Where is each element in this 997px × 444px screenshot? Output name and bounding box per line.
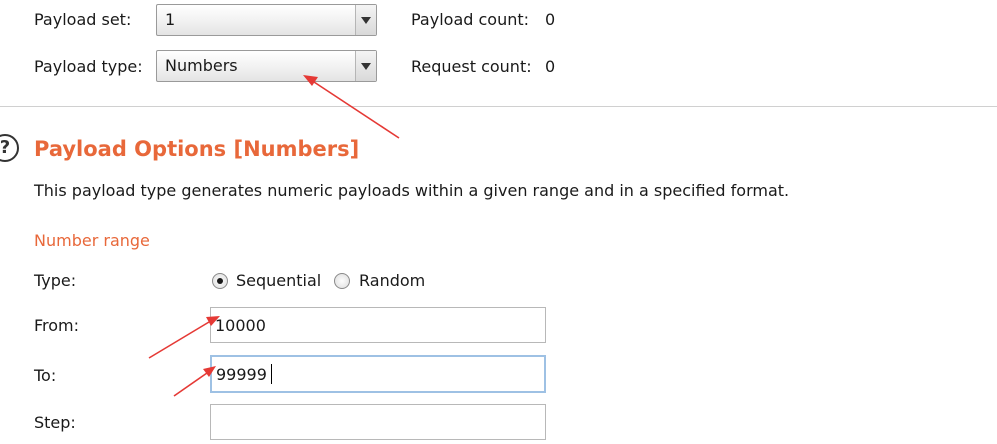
to-input[interactable] — [210, 355, 546, 393]
to-label: To: — [34, 366, 57, 385]
number-range-heading: Number range — [34, 231, 150, 250]
annotation-arrow-from — [148, 321, 210, 359]
payload-set-value: 1 — [165, 10, 176, 29]
payload-type-value: Numbers — [165, 56, 238, 75]
payload-set-select[interactable]: 1 — [156, 4, 377, 36]
request-count-label: Request count: — [411, 57, 532, 76]
help-icon[interactable]: ? — [0, 134, 19, 162]
annotation-arrow-payload-type — [313, 81, 400, 139]
payload-type-select[interactable]: Numbers — [156, 50, 377, 82]
text-caret — [271, 364, 272, 384]
annotation-arrow-to — [173, 372, 208, 397]
type-label: Type: — [34, 271, 77, 290]
random-radio[interactable] — [334, 273, 350, 289]
payload-count-value: 0 — [545, 10, 556, 29]
from-input[interactable] — [210, 307, 546, 343]
section-description: This payload type generates numeric payl… — [34, 181, 790, 200]
section-divider — [0, 106, 997, 107]
step-label: Step: — [34, 413, 76, 432]
dropdown-arrow-icon[interactable] — [355, 5, 376, 35]
sequential-label[interactable]: Sequential — [236, 271, 321, 290]
sequential-radio[interactable] — [212, 273, 228, 289]
payload-set-label: Payload set: — [34, 10, 132, 29]
step-input[interactable] — [210, 404, 546, 440]
dropdown-arrow-icon[interactable] — [355, 51, 376, 81]
payload-count-label: Payload count: — [411, 10, 530, 29]
payload-type-label: Payload type: — [34, 57, 143, 76]
from-label: From: — [34, 316, 80, 335]
request-count-value: 0 — [545, 57, 556, 76]
random-label[interactable]: Random — [359, 271, 425, 290]
section-title: Payload Options [Numbers] — [34, 137, 360, 161]
